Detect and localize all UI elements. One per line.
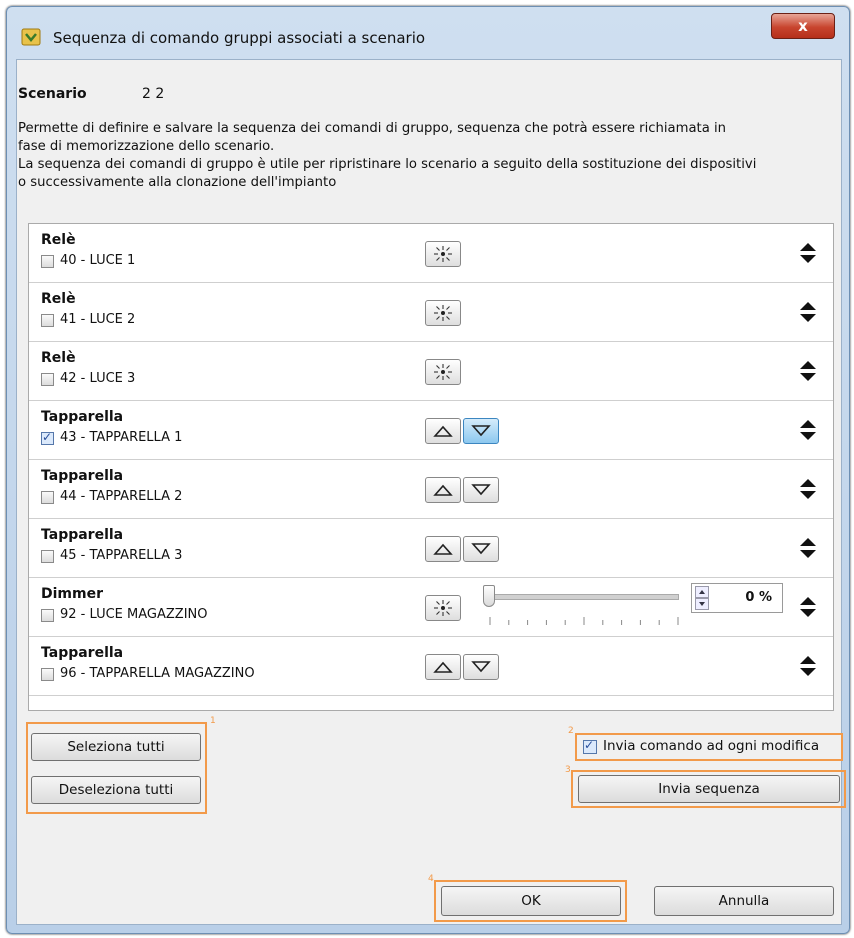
- group-name: 41 - LUCE 2: [60, 312, 136, 327]
- shutter-down-button[interactable]: [463, 418, 499, 444]
- arrow-up-icon: [426, 481, 460, 499]
- reorder-icon[interactable]: [799, 242, 817, 264]
- app-icon: [21, 28, 41, 46]
- reorder-icon[interactable]: [799, 419, 817, 441]
- group-type: Tapparella: [41, 527, 124, 543]
- light-icon: [426, 245, 460, 263]
- list-item[interactable]: Relè 40 - LUCE 1: [29, 224, 833, 283]
- ok-button[interactable]: OK: [441, 886, 621, 916]
- group-name: 44 - TAPPARELLA 2: [60, 489, 183, 504]
- callout-number-1: 1: [210, 716, 216, 726]
- window-title: Sequenza di comando gruppi associati a s…: [53, 29, 426, 47]
- reorder-icon[interactable]: [799, 301, 817, 323]
- list-item[interactable]: Tapparella 45 - TAPPARELLA 3: [29, 519, 833, 578]
- shutter-down-button[interactable]: [463, 477, 499, 503]
- arrow-down-icon: [464, 540, 498, 558]
- reorder-icon[interactable]: [799, 655, 817, 677]
- reorder-icon[interactable]: [799, 537, 817, 559]
- group-checkbox[interactable]: [41, 609, 54, 622]
- shutter-down-button[interactable]: [463, 654, 499, 680]
- list-item[interactable]: Relè 41 - LUCE 2: [29, 283, 833, 342]
- send-sequence-button[interactable]: Invia sequenza: [578, 775, 840, 803]
- group-list[interactable]: Relè 40 - LUCE 1 Relè 41 - LUCE 2 Relè 42 - L…: [28, 223, 834, 711]
- group-name: 42 - LUCE 3: [60, 371, 136, 386]
- group-type: Relè: [41, 291, 76, 307]
- group-checkbox[interactable]: [41, 550, 54, 563]
- light-icon: [426, 599, 460, 617]
- group-checkbox[interactable]: [41, 255, 54, 268]
- spin-arrows-icon[interactable]: [695, 586, 709, 610]
- shutter-up-button[interactable]: [425, 536, 461, 562]
- group-type: Tapparella: [41, 645, 124, 661]
- list-item[interactable]: Tapparella 44 - TAPPARELLA 2: [29, 460, 833, 519]
- group-name: 92 - LUCE MAGAZZINO: [60, 607, 208, 622]
- list-item[interactable]: Dimmer 92 - LUCE MAGAZZINO 0 %: [29, 578, 833, 637]
- dimmer-slider-track[interactable]: [489, 594, 679, 600]
- shutter-up-button[interactable]: [425, 418, 461, 444]
- list-item[interactable]: Tapparella 43 - TAPPARELLA 1: [29, 401, 833, 460]
- group-checkbox[interactable]: [41, 491, 54, 504]
- deselect-all-button[interactable]: Deseleziona tutti: [31, 776, 201, 804]
- arrow-down-icon: [464, 422, 498, 440]
- arrow-down-icon: [464, 658, 498, 676]
- group-type: Tapparella: [41, 468, 124, 484]
- shutter-down-button[interactable]: [463, 536, 499, 562]
- light-toggle-button[interactable]: [425, 300, 461, 326]
- select-all-button[interactable]: Seleziona tutti: [31, 733, 201, 761]
- dimmer-level-value: 0 %: [745, 590, 772, 605]
- send-each-change-checkbox[interactable]: [583, 738, 597, 754]
- title-bar[interactable]: Sequenza di comando gruppi associati a s…: [7, 7, 849, 59]
- list-item[interactable]: Relè 42 - LUCE 3: [29, 342, 833, 401]
- dimmer-level-spinbox[interactable]: 0 %: [691, 583, 783, 613]
- light-toggle-button[interactable]: [425, 595, 461, 621]
- light-icon: [426, 304, 460, 322]
- group-type: Dimmer: [41, 586, 103, 602]
- light-toggle-button[interactable]: [425, 359, 461, 385]
- shutter-up-button[interactable]: [425, 477, 461, 503]
- group-name: 96 - TAPPARELLA MAGAZZINO: [60, 666, 255, 681]
- description-line: fase di memorizzazione dello scenario.: [18, 139, 275, 154]
- reorder-icon[interactable]: [799, 596, 817, 618]
- list-item[interactable]: Tapparella 96 - TAPPARELLA MAGAZZINO: [29, 637, 833, 696]
- group-name: 45 - TAPPARELLA 3: [60, 548, 183, 563]
- cancel-button[interactable]: Annulla: [654, 886, 834, 916]
- arrow-up-icon: [426, 422, 460, 440]
- arrow-up-icon: [426, 658, 460, 676]
- group-type: Relè: [41, 232, 76, 248]
- description-line: La sequenza dei comandi di gruppo è util…: [18, 157, 757, 172]
- group-name: 40 - LUCE 1: [60, 253, 136, 268]
- group-type: Tapparella: [41, 409, 124, 425]
- arrow-up-icon: [426, 540, 460, 558]
- description: Permette di definire e salvare la sequen…: [18, 120, 840, 192]
- callout-number-3: 3: [565, 765, 571, 775]
- group-checkbox[interactable]: [41, 668, 54, 681]
- scenario-value: 2 2: [142, 86, 165, 102]
- light-toggle-button[interactable]: [425, 241, 461, 267]
- shutter-up-button[interactable]: [425, 654, 461, 680]
- slider-ticks: [489, 614, 679, 625]
- reorder-icon[interactable]: [799, 478, 817, 500]
- group-checkbox[interactable]: [41, 373, 54, 386]
- send-each-change-label[interactable]: Invia comando ad ogni modifica: [603, 738, 819, 754]
- group-type: Relè: [41, 350, 76, 366]
- light-icon: [426, 363, 460, 381]
- group-checkbox[interactable]: [41, 314, 54, 327]
- close-button[interactable]: x: [771, 13, 835, 39]
- dimmer-slider-handle[interactable]: [483, 585, 495, 607]
- scenario-line: Scenario 2 2: [18, 86, 164, 102]
- scenario-label: Scenario: [18, 86, 87, 102]
- callout-number-4: 4: [428, 874, 434, 884]
- description-line: Permette di definire e salvare la sequen…: [18, 121, 727, 136]
- description-line: o successivamente alla clonazione dell'i…: [18, 175, 337, 190]
- group-name: 43 - TAPPARELLA 1: [60, 430, 183, 445]
- callout-number-2: 2: [568, 726, 574, 736]
- arrow-down-icon: [464, 481, 498, 499]
- group-checkbox[interactable]: [41, 430, 54, 445]
- reorder-icon[interactable]: [799, 360, 817, 382]
